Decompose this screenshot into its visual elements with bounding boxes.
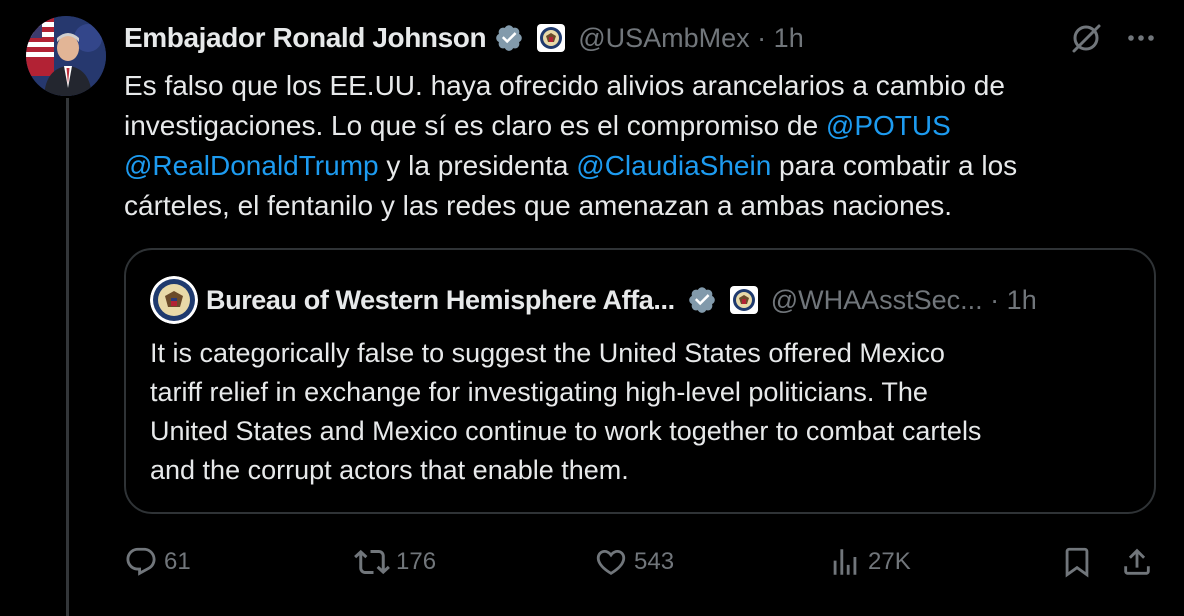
post-text-line: Es falso que los EE.UU. haya ofrecido al… (124, 66, 1154, 106)
government-seal-icon (536, 23, 566, 53)
author-avatar[interactable] (26, 16, 106, 96)
bookmark-icon (1065, 547, 1089, 578)
reply-button[interactable]: 61 (124, 540, 191, 584)
post-header: Embajador Ronald Johnson @USAmbMex · 1h (124, 18, 804, 58)
share-icon (1124, 548, 1150, 575)
post-text-line: investigaciones. Lo que sí es claro es e… (124, 106, 1154, 146)
verified-badge-icon[interactable] (494, 23, 524, 53)
thread-line (66, 98, 69, 616)
post-time[interactable]: 1h (774, 23, 804, 53)
author-handle[interactable]: @USAmbMex (578, 23, 749, 53)
views-button[interactable]: 27K (828, 540, 911, 584)
quoted-post[interactable]: Bureau of Western Hemisphere Affa... @WH… (124, 248, 1156, 514)
quoted-verified-badge-icon[interactable] (687, 285, 717, 315)
quoted-author-avatar (150, 276, 198, 324)
post-text-segment: Es falso que los EE.UU. haya ofrecido al… (124, 70, 1005, 101)
like-count: 543 (634, 548, 675, 575)
quoted-post-header: Bureau of Western Hemisphere Affa... @WH… (150, 276, 1037, 324)
share-button[interactable] (1120, 540, 1160, 584)
quoted-handle-time[interactable]: @WHAAsstSec... · 1h (771, 285, 1037, 316)
post-text-segment: cárteles, el fentanilo y las redes que a… (124, 190, 953, 221)
views-count: 27K (868, 548, 911, 575)
reply-icon (126, 547, 156, 576)
author-handle-time[interactable]: @USAmbMex · 1h (578, 23, 804, 54)
post-text-segment: para combatir a los (771, 150, 1018, 181)
quoted-text-line: tariff relief in exchange for investigat… (150, 377, 928, 407)
more-icon[interactable] (1124, 24, 1158, 52)
action-bar: 61 176 543 27K (124, 540, 1164, 584)
mention-link[interactable]: @ClaudiaShein (576, 150, 771, 181)
mention-link[interactable]: @POTUS (826, 110, 951, 141)
quoted-post-text: It is categorically false to suggest the… (150, 334, 1140, 490)
bookmark-button[interactable] (1060, 540, 1100, 584)
post-text-line: cárteles, el fentanilo y las redes que a… (124, 186, 1154, 226)
quoted-author-handle[interactable]: @WHAAsstSec... (771, 285, 983, 315)
like-icon (596, 549, 626, 575)
views-icon (833, 549, 857, 575)
quoted-text-line: and the corrupt actors that enable them. (150, 455, 629, 485)
quoted-text-line: United States and Mexico continue to wor… (150, 416, 982, 446)
author-name[interactable]: Embajador Ronald Johnson (124, 22, 487, 54)
post-text-segment: y la presidenta (378, 150, 577, 181)
grok-icon[interactable] (1068, 20, 1104, 56)
post-text: Es falso que los EE.UU. haya ofrecido al… (124, 66, 1154, 226)
reply-count: 61 (164, 548, 191, 575)
quoted-post-time[interactable]: 1h (1007, 285, 1037, 315)
post-text-segment: investigaciones. Lo que sí es claro es e… (124, 110, 826, 141)
like-button[interactable]: 543 (594, 540, 674, 584)
mention-link[interactable]: @RealDonaldTrump (124, 150, 379, 181)
repost-button[interactable]: 176 (354, 540, 436, 584)
quoted-government-seal-icon (729, 285, 759, 315)
quoted-author-name[interactable]: Bureau of Western Hemisphere Affa... (206, 285, 675, 316)
quoted-text-line: It is categorically false to suggest the… (150, 338, 945, 368)
repost-count: 176 (396, 548, 437, 575)
post-text-line: @RealDonaldTrump y la presidenta @Claudi… (124, 146, 1154, 186)
repost-icon (354, 549, 390, 575)
